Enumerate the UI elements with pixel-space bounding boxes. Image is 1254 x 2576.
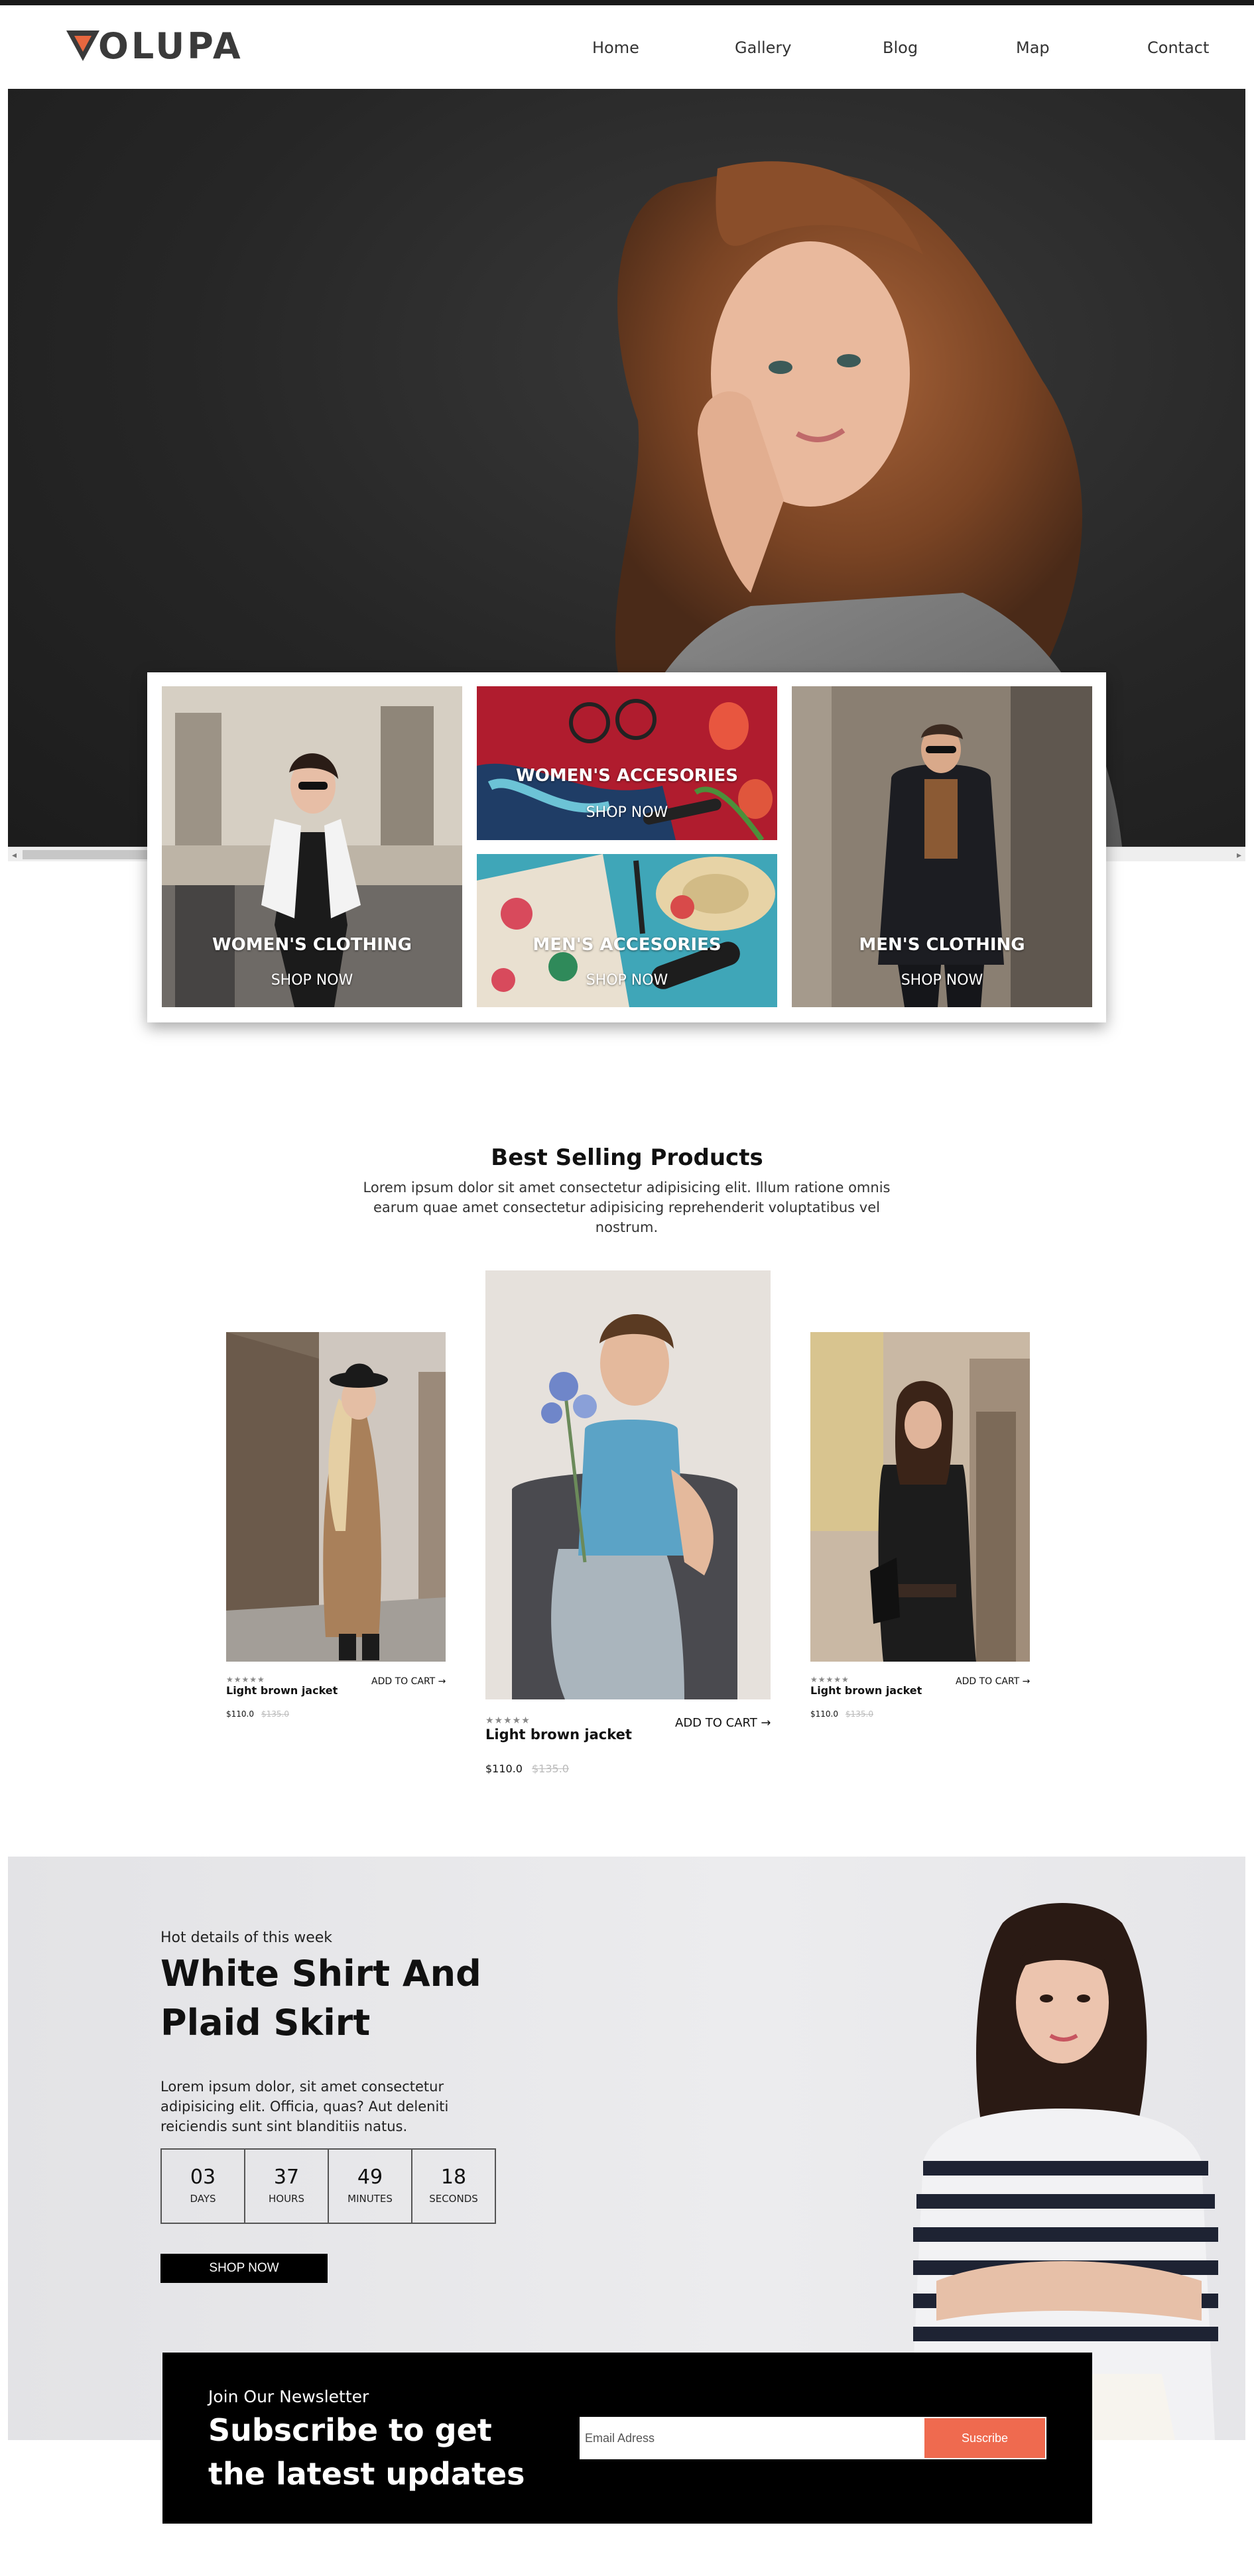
- countdown-value: 03: [190, 2166, 216, 2189]
- newsletter-kicker: Join Our Newsletter: [208, 2387, 369, 2406]
- best-selling-title: Best Selling Products: [491, 1144, 763, 1171]
- newsletter-title: Subscribe to get the latest updates: [208, 2412, 525, 2492]
- deal-shop-now-button[interactable]: SHOP NOW: [160, 2254, 328, 2283]
- shop-now-link[interactable]: SHOP NOW: [477, 804, 777, 821]
- nav-home[interactable]: Home: [592, 38, 639, 57]
- countdown-unit: HOURS: [268, 2193, 304, 2205]
- category-label: MEN'S CLOTHING: [859, 935, 1025, 955]
- rating-stars: ★★★★★: [226, 1675, 265, 1684]
- product-price: $110.0: [485, 1762, 523, 1775]
- countdown-seconds: 18 SECONDS: [412, 2150, 495, 2223]
- nav-blog[interactable]: Blog: [883, 38, 918, 57]
- category-mens-clothing[interactable]: MEN'S CLOTHING SHOP NOW: [792, 686, 1092, 1007]
- countdown-value: 37: [273, 2166, 300, 2189]
- category-label: WOMEN'S CLOTHING: [212, 935, 412, 955]
- newsletter-email-input[interactable]: [580, 2417, 923, 2459]
- product-image[interactable]: [226, 1332, 446, 1662]
- countdown-unit: SECONDS: [429, 2193, 478, 2205]
- nav-gallery[interactable]: Gallery: [735, 38, 791, 57]
- shop-now-link[interactable]: SHOP NOW: [477, 972, 777, 989]
- top-border: [0, 0, 1254, 5]
- countdown-timer: 03 DAYS 37 HOURS 49 MINUTES 18 SECONDS: [160, 2148, 496, 2224]
- countdown-value: 18: [440, 2166, 467, 2189]
- rating-stars: ★★★★★: [810, 1675, 849, 1684]
- product-price: $110.0: [810, 1709, 838, 1719]
- brand-name: OLUPA: [98, 25, 243, 67]
- best-selling-subtitle: Lorem ipsum dolor sit amet consectetur a…: [363, 1180, 891, 1235]
- countdown-hours: 37 HOURS: [245, 2150, 329, 2223]
- deal-title: White Shirt And Plaid Skirt: [160, 1953, 481, 2044]
- nav-map[interactable]: Map: [1016, 38, 1050, 57]
- product-name[interactable]: Light brown jacket: [485, 1727, 632, 1743]
- product-image[interactable]: [485, 1270, 771, 1699]
- product-old-price: $135.0: [261, 1709, 289, 1719]
- add-to-cart-link[interactable]: ADD TO CART →: [371, 1676, 446, 1687]
- subscribe-button[interactable]: Suscribe: [923, 2417, 1046, 2459]
- product-name[interactable]: Light brown jacket: [810, 1684, 922, 1697]
- brand-logo[interactable]: OLUPA: [65, 25, 243, 67]
- countdown-days: 03 DAYS: [162, 2150, 245, 2223]
- mens-clothing-image: [792, 686, 1092, 1007]
- category-label: WOMEN'S ACCESORIES: [516, 766, 738, 786]
- category-womens-accessories[interactable]: WOMEN'S ACCESORIES SHOP NOW: [477, 686, 777, 840]
- countdown-minutes: 49 MINUTES: [329, 2150, 412, 2223]
- category-mens-accessories[interactable]: MEN'S ACCESORIES SHOP NOW: [477, 854, 777, 1007]
- countdown-unit: MINUTES: [347, 2193, 393, 2205]
- deal-description: Lorem ipsum dolor, sit amet consectetur …: [160, 2079, 449, 2134]
- category-label: MEN'S ACCESORIES: [533, 935, 721, 955]
- deal-kicker: Hot details of this week: [160, 1930, 333, 1946]
- product-price: $110.0: [226, 1709, 254, 1719]
- product-image[interactable]: [810, 1332, 1030, 1662]
- category-grid: WOMEN'S CLOTHING SHOP NOW WOMEN'S ACCESO…: [147, 672, 1106, 1022]
- scroll-left-icon[interactable]: ◂: [12, 849, 17, 861]
- countdown-unit: DAYS: [190, 2193, 216, 2205]
- category-womens-clothing[interactable]: WOMEN'S CLOTHING SHOP NOW: [162, 686, 462, 1007]
- logo-triangle-icon: [66, 30, 99, 61]
- shop-now-link[interactable]: SHOP NOW: [162, 972, 462, 989]
- site-header: OLUPA Home Gallery Blog Map Contact: [0, 5, 1254, 89]
- add-to-cart-link[interactable]: ADD TO CART →: [675, 1716, 771, 1730]
- add-to-cart-link[interactable]: ADD TO CART →: [956, 1676, 1030, 1687]
- rating-stars: ★★★★★: [485, 1715, 531, 1725]
- product-old-price: $135.0: [846, 1709, 873, 1719]
- womens-clothing-image: [162, 686, 462, 1007]
- product-old-price: $135.0: [532, 1762, 569, 1775]
- scroll-right-icon[interactable]: ▸: [1237, 849, 1241, 861]
- countdown-value: 49: [357, 2166, 383, 2189]
- shop-now-link[interactable]: SHOP NOW: [792, 972, 1092, 989]
- product-name[interactable]: Light brown jacket: [226, 1684, 338, 1697]
- nav-contact[interactable]: Contact: [1147, 38, 1209, 57]
